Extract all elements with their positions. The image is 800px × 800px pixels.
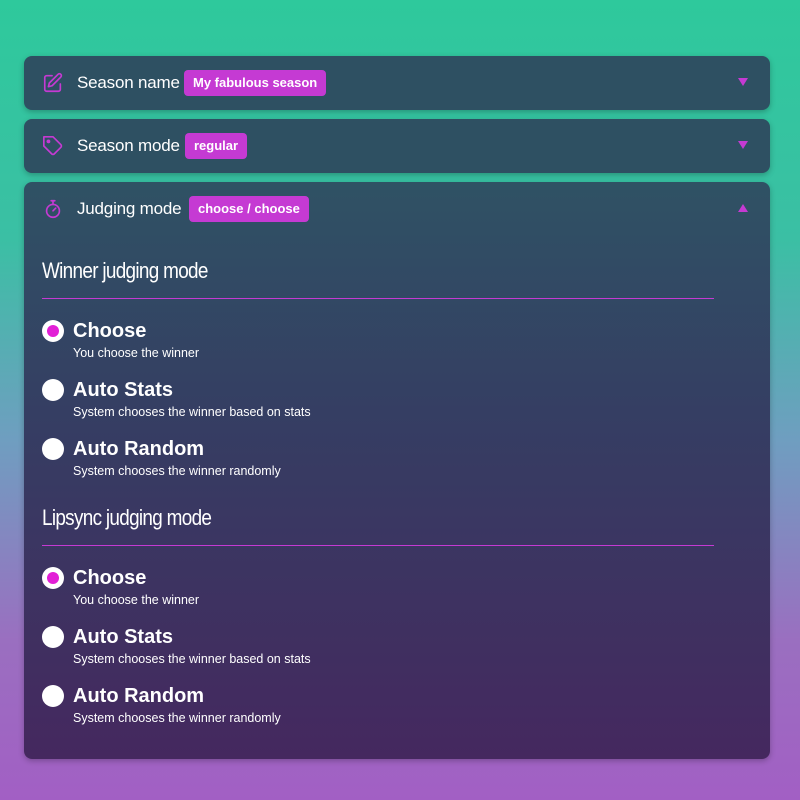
lipsync-option-choose[interactable]: Choose You choose the winner (42, 563, 442, 609)
season-mode-header[interactable]: Season mode regular (24, 119, 770, 173)
lipsync-judging-title: Lipsync judging mode (42, 505, 714, 546)
radio-button[interactable] (42, 320, 64, 342)
radio-button[interactable] (42, 379, 64, 401)
option-description: You choose the winner (73, 593, 200, 607)
radio-button[interactable] (42, 567, 64, 589)
judging-mode-badge: choose / choose (189, 196, 309, 222)
option-label: Auto Stats (73, 626, 173, 648)
edit-icon (43, 72, 63, 93)
option-description: System chooses the winner randomly (73, 711, 281, 725)
radio-button[interactable] (42, 685, 64, 707)
stopwatch-icon (45, 199, 61, 219)
lipsync-option-auto-random[interactable]: Auto Random System chooses the winner ra… (42, 681, 442, 727)
option-description: System chooses the winner based on stats (73, 405, 311, 419)
radio-button[interactable] (42, 438, 64, 460)
winner-option-auto-random[interactable]: Auto Random System chooses the winner ra… (42, 434, 442, 480)
season-mode-panel: Season mode regular (24, 119, 770, 173)
winner-option-auto-stats[interactable]: Auto Stats System chooses the winner bas… (42, 375, 442, 421)
season-mode-title: Season mode (77, 136, 180, 155)
judging-mode-header[interactable]: Judging mode choose / choose (24, 182, 770, 236)
winner-judging-title: Winner judging mode (42, 258, 714, 299)
season-name-panel: Season name My fabulous season (24, 56, 770, 110)
option-label: Choose (73, 320, 147, 342)
judging-mode-panel: Judging mode choose / choose Winner judg… (24, 182, 770, 759)
chevron-up-icon (738, 204, 748, 212)
winner-option-choose[interactable]: Choose You choose the winner (42, 316, 442, 362)
option-label: Auto Stats (73, 379, 173, 401)
option-label: Auto Random (73, 685, 205, 707)
option-description: You choose the winner (73, 346, 200, 360)
option-label: Auto Random (73, 438, 205, 460)
option-description: System chooses the winner randomly (73, 464, 281, 478)
option-label: Choose (73, 567, 147, 589)
judging-mode-title: Judging mode (77, 199, 182, 218)
chevron-down-icon (738, 141, 748, 149)
chevron-down-icon (738, 78, 748, 86)
season-name-badge: My fabulous season (184, 70, 327, 96)
season-name-title: Season name (77, 73, 180, 92)
tag-icon (43, 136, 63, 156)
radio-button[interactable] (42, 626, 64, 648)
option-description: System chooses the winner based on stats (73, 652, 311, 666)
lipsync-option-auto-stats[interactable]: Auto Stats System chooses the winner bas… (42, 622, 442, 668)
season-mode-badge: regular (185, 133, 248, 159)
season-name-header[interactable]: Season name My fabulous season (24, 56, 770, 110)
